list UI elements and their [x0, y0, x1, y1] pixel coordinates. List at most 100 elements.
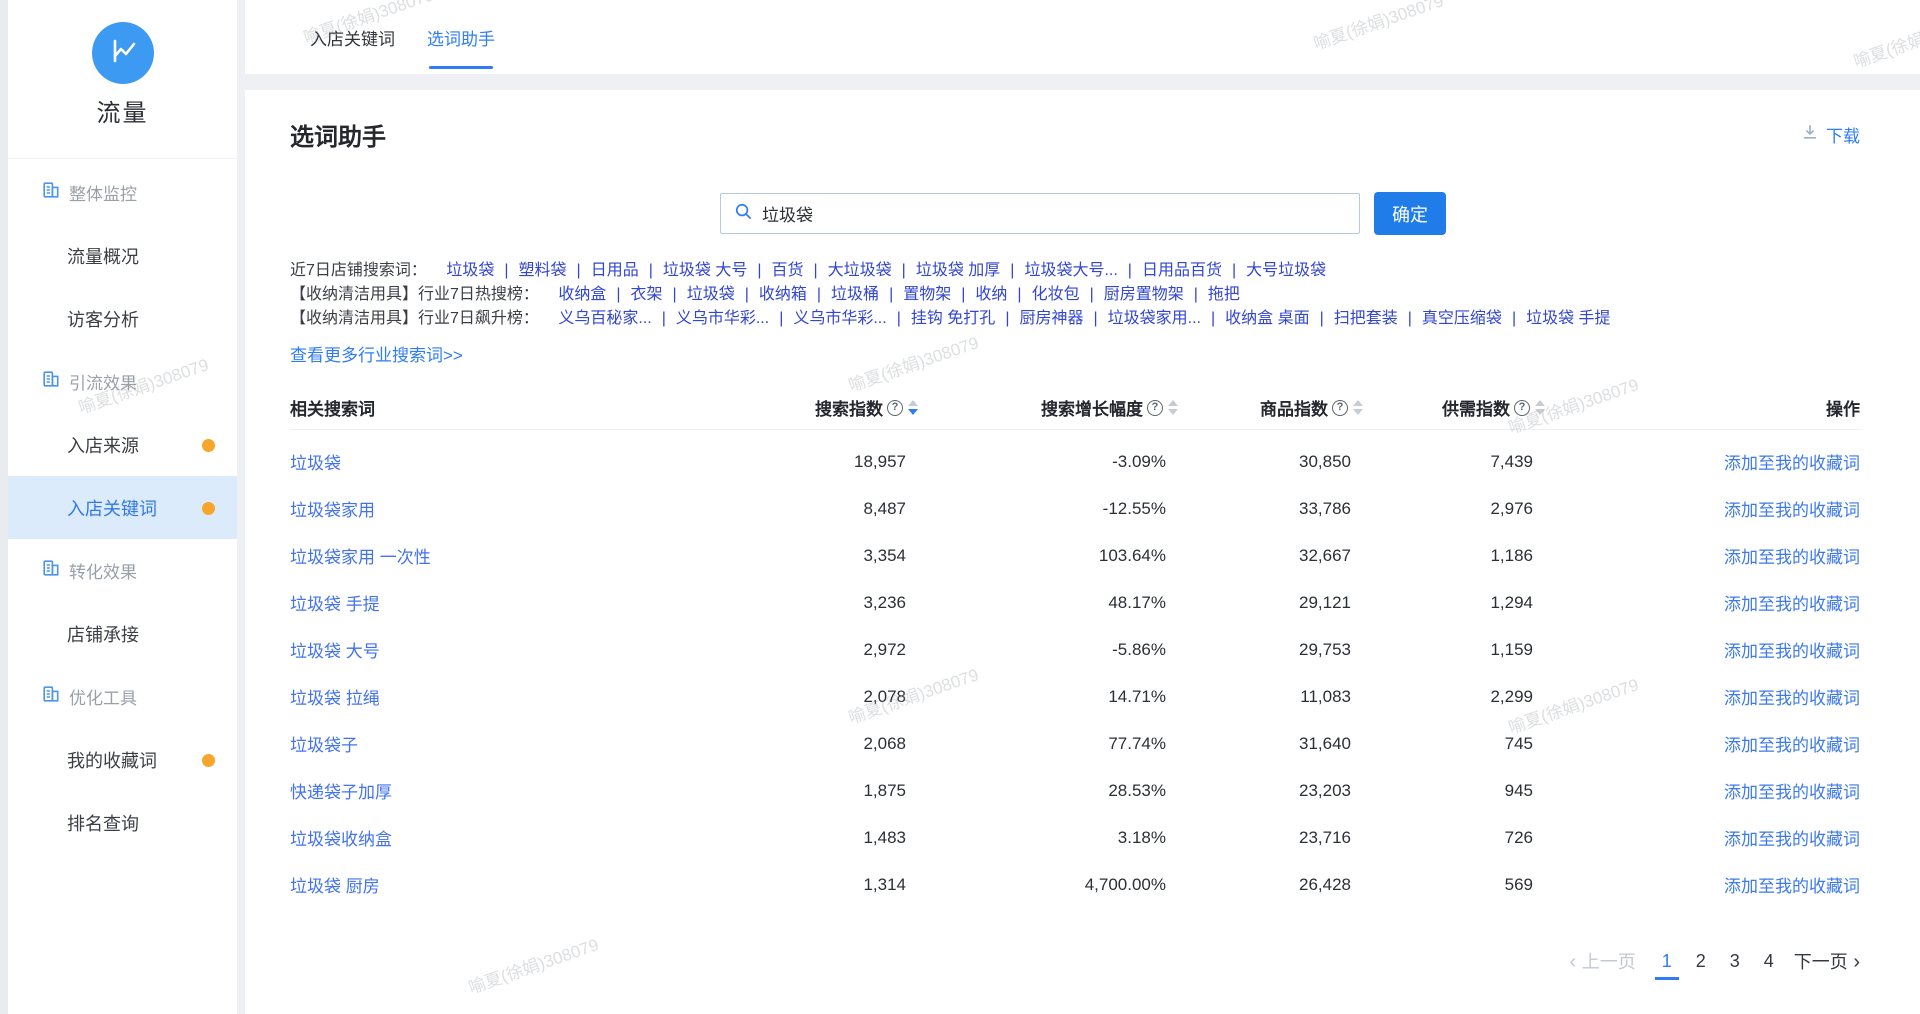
keyword-link[interactable]: 垃圾袋子: [290, 736, 358, 755]
suggested-keyword-link[interactable]: 百货: [771, 262, 803, 279]
suggestion-keywords: 垃圾袋|塑料袋|日用品|垃圾袋 大号|百货|大垃圾袋|垃圾袋 加厚|垃圾袋大号.…: [446, 262, 1326, 279]
sort-icon[interactable]: [1535, 400, 1545, 415]
sidebar-item-5[interactable]: 入店关键词: [8, 476, 237, 539]
search-input[interactable]: [762, 204, 1322, 224]
keyword-separator: |: [817, 286, 821, 303]
keyword-link[interactable]: 快递袋子加厚: [290, 783, 392, 802]
suggested-keyword-link[interactable]: 收纳箱: [759, 286, 807, 303]
suggested-keyword-link[interactable]: 大号垃圾袋: [1246, 262, 1326, 279]
add-to-favorites-link[interactable]: 添加至我的收藏词: [1724, 783, 1860, 802]
sidebar-item-7[interactable]: 店铺承接: [8, 602, 237, 665]
suggested-keyword-link[interactable]: 日用品: [591, 262, 639, 279]
page-number-4[interactable]: 4: [1764, 951, 1774, 971]
keyword-link[interactable]: 垃圾袋 大号: [290, 642, 380, 661]
tab-0[interactable]: 入店关键词: [310, 0, 395, 74]
suggested-keyword-link[interactable]: 垃圾袋 大号: [663, 262, 747, 279]
tab-1[interactable]: 选词助手: [427, 0, 495, 74]
add-to-favorites-link[interactable]: 添加至我的收藏词: [1724, 501, 1860, 520]
keyword-separator: |: [1017, 286, 1021, 303]
next-page-button[interactable]: 下一页 ›: [1794, 948, 1860, 974]
suggested-keyword-link[interactable]: 垃圾袋 加厚: [916, 262, 1000, 279]
sort-icon[interactable]: [1353, 400, 1363, 415]
more-industry-words-link[interactable]: 查看更多行业搜索词>>: [290, 344, 463, 368]
column-header-product-index[interactable]: 商品指数 ?: [1178, 395, 1363, 420]
suggestion-line-label: 【收纳清洁用具】行业7日热搜榜：: [290, 286, 539, 303]
sidebar-item-2[interactable]: 访客分析: [8, 287, 237, 350]
suggested-keyword-link[interactable]: 厨房置物架: [1104, 286, 1184, 303]
keyword-link[interactable]: 垃圾袋: [290, 454, 341, 473]
suggested-keyword-link[interactable]: 收纳盒 桌面: [1225, 310, 1309, 327]
confirm-button[interactable]: 确定: [1374, 192, 1446, 235]
suggested-keyword-link[interactable]: 塑料袋: [519, 262, 567, 279]
suggested-keyword-link[interactable]: 义乌市华彩...: [676, 310, 769, 327]
keyword-separator: |: [779, 310, 783, 327]
prev-page-button[interactable]: ‹ 上一页: [1570, 948, 1636, 974]
suggested-keyword-link[interactable]: 化妆包: [1032, 286, 1080, 303]
add-to-favorites-link[interactable]: 添加至我的收藏词: [1724, 595, 1860, 614]
table-row: 垃圾袋子 2,068 77.74% 31,640 745 添加至我的收藏词: [290, 720, 1860, 767]
keyword-separator: |: [1512, 310, 1516, 327]
keyword-separator: |: [757, 262, 761, 279]
sidebar-item-9[interactable]: 我的收藏词: [8, 728, 237, 791]
suggested-keyword-link[interactable]: 扫把套装: [1334, 310, 1398, 327]
sidebar-item-8[interactable]: 优化工具: [8, 665, 237, 728]
suggested-keyword-link[interactable]: 厨房神器: [1019, 310, 1083, 327]
suggested-keyword-link[interactable]: 垃圾袋: [687, 286, 735, 303]
suggested-keyword-link[interactable]: 垃圾袋大号...: [1024, 262, 1117, 279]
add-to-favorites-link[interactable]: 添加至我的收藏词: [1724, 736, 1860, 755]
suggested-keyword-link[interactable]: 收纳盒: [558, 286, 606, 303]
page-number-2[interactable]: 2: [1696, 951, 1706, 971]
suggested-keyword-link[interactable]: 义乌市华彩...: [793, 310, 886, 327]
suggested-keyword-link[interactable]: 真空压缩袋: [1422, 310, 1502, 327]
suggested-keyword-link[interactable]: 拖把: [1208, 286, 1240, 303]
page-number-1[interactable]: 1: [1662, 951, 1672, 971]
add-to-favorites-link[interactable]: 添加至我的收藏词: [1724, 830, 1860, 849]
sort-icon[interactable]: [1168, 400, 1178, 415]
suggested-keyword-link[interactable]: 垃圾桶: [831, 286, 879, 303]
keyword-separator: |: [1320, 310, 1324, 327]
sidebar-item-0[interactable]: 整体监控: [8, 161, 237, 224]
keyword-link[interactable]: 垃圾袋 拉绳: [290, 689, 380, 708]
supply-demand-value: 2,976: [1363, 499, 1545, 519]
sidebar-item-6[interactable]: 转化效果: [8, 539, 237, 602]
growth-value: 48.17%: [918, 593, 1178, 613]
column-header-supply-demand[interactable]: 供需指数 ?: [1363, 395, 1545, 420]
suggested-keyword-link[interactable]: 日用品百货: [1142, 262, 1222, 279]
suggested-keyword-link[interactable]: 挂钩 免打孔: [911, 310, 995, 327]
keyword-link[interactable]: 垃圾袋家用: [290, 501, 375, 520]
suggested-keyword-link[interactable]: 垃圾袋家用...: [1108, 310, 1201, 327]
download-link[interactable]: 下载: [1801, 122, 1860, 147]
sidebar-item-1[interactable]: 流量概况: [8, 224, 237, 287]
help-icon[interactable]: ?: [1514, 400, 1530, 416]
help-icon[interactable]: ?: [1147, 400, 1163, 416]
help-icon[interactable]: ?: [1332, 400, 1348, 416]
column-header-growth[interactable]: 搜索增长幅度 ?: [918, 395, 1178, 420]
table-row: 快递袋子加厚 1,875 28.53% 23,203 945 添加至我的收藏词: [290, 767, 1860, 814]
help-icon[interactable]: ?: [887, 400, 903, 416]
sidebar-item-4[interactable]: 入店来源: [8, 413, 237, 476]
suggested-keyword-link[interactable]: 收纳: [975, 286, 1007, 303]
suggested-keyword-link[interactable]: 垃圾袋 手提: [1526, 310, 1610, 327]
keyword-link[interactable]: 垃圾袋收纳盒: [290, 830, 392, 849]
suggested-keyword-link[interactable]: 衣架: [631, 286, 663, 303]
suggested-keyword-link[interactable]: 义乌百秘家...: [558, 310, 651, 327]
column-header-search-index[interactable]: 搜索指数 ?: [660, 395, 918, 420]
add-to-favorites-link[interactable]: 添加至我的收藏词: [1724, 877, 1860, 896]
keyword-link[interactable]: 垃圾袋家用 一次性: [290, 548, 431, 567]
sort-icon[interactable]: [908, 400, 918, 415]
suggested-keyword-link[interactable]: 垃圾袋: [446, 262, 494, 279]
keyword-link[interactable]: 垃圾袋 手提: [290, 595, 380, 614]
suggestion-line-label: 近7日店铺搜索词：: [290, 262, 427, 279]
add-to-favorites-link[interactable]: 添加至我的收藏词: [1724, 548, 1860, 567]
add-to-favorites-link[interactable]: 添加至我的收藏词: [1724, 689, 1860, 708]
suggestion-keywords: 义乌百秘家...|义乌市华彩...|义乌市华彩...|挂钩 免打孔|厨房神器|垃…: [558, 310, 1610, 327]
sidebar-item-label: 我的收藏词: [67, 747, 157, 773]
keyword-link[interactable]: 垃圾袋 厨房: [290, 877, 380, 896]
suggested-keyword-link[interactable]: 置物架: [903, 286, 951, 303]
page-number-3[interactable]: 3: [1730, 951, 1740, 971]
add-to-favorites-link[interactable]: 添加至我的收藏词: [1724, 642, 1860, 661]
sidebar-item-3[interactable]: 引流效果: [8, 350, 237, 413]
suggested-keyword-link[interactable]: 大垃圾袋: [828, 262, 892, 279]
add-to-favorites-link[interactable]: 添加至我的收藏词: [1724, 454, 1860, 473]
sidebar-item-10[interactable]: 排名查询: [8, 791, 237, 854]
